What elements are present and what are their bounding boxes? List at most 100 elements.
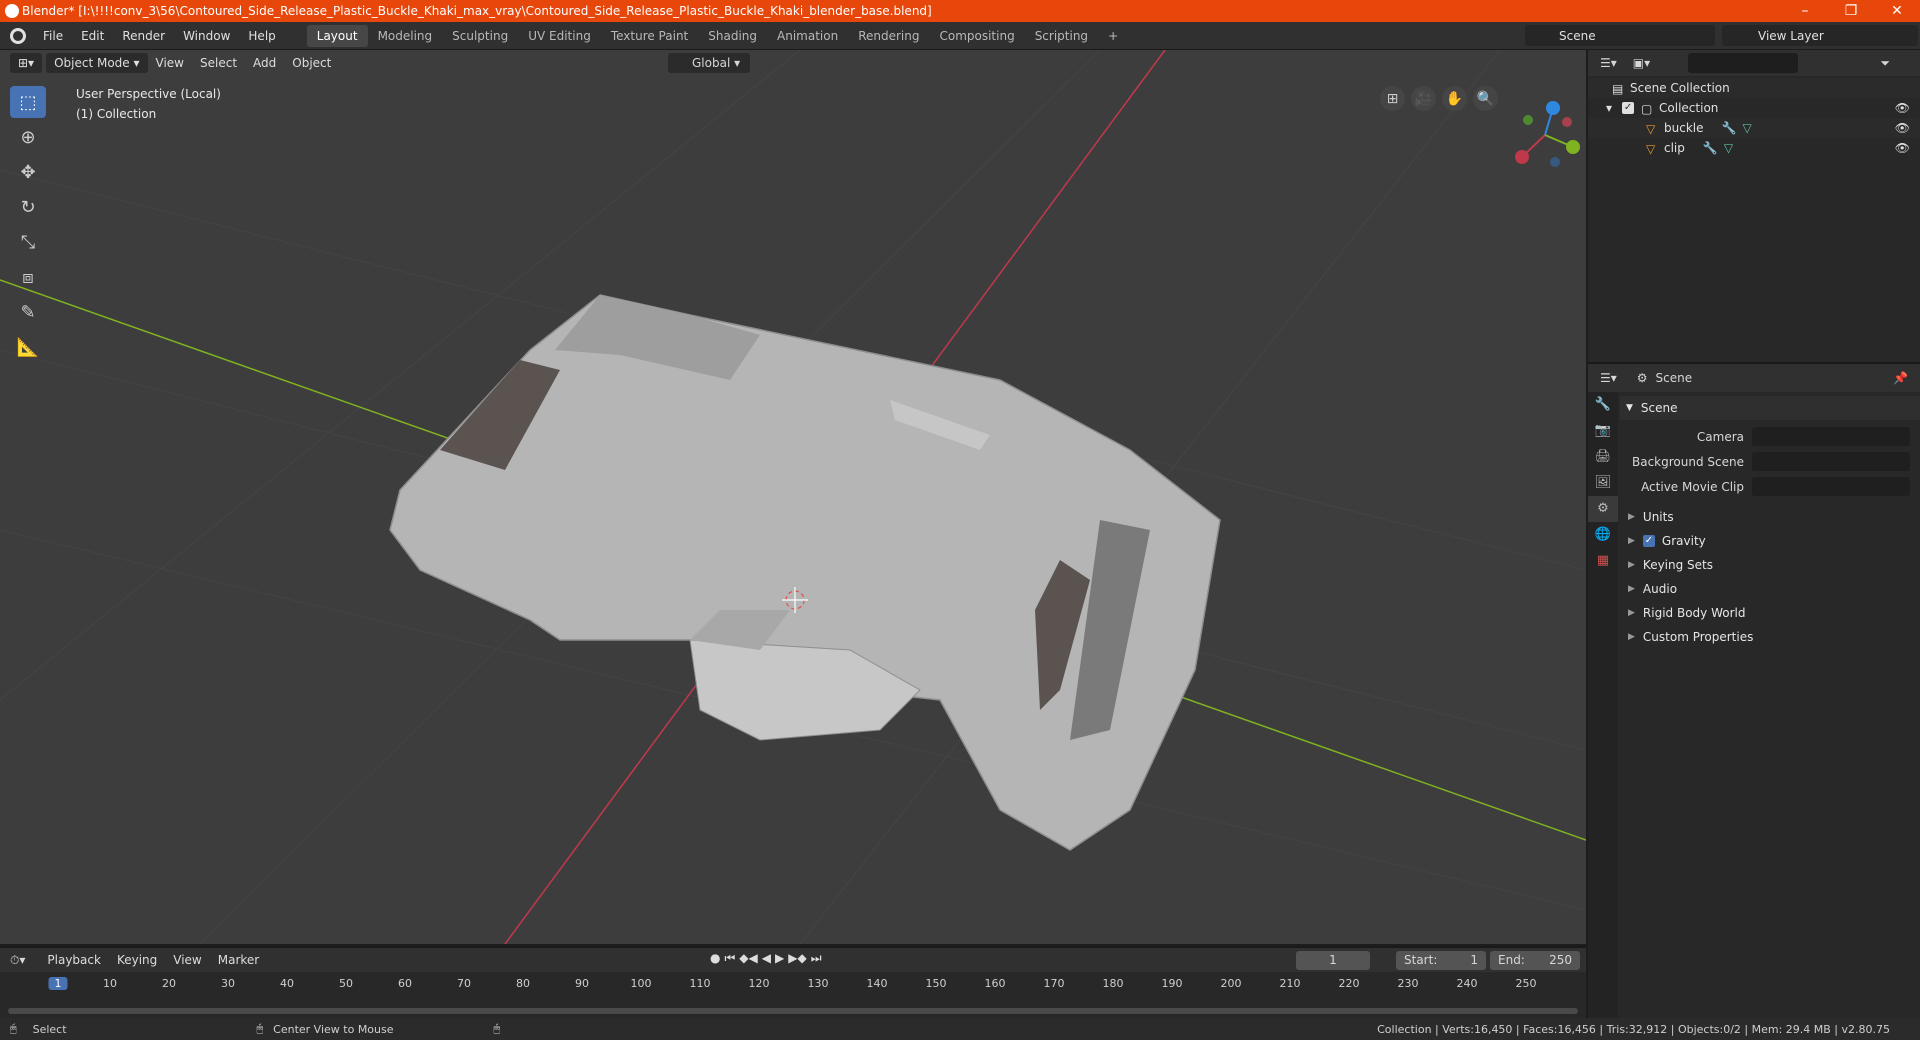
gravity-checkbox[interactable]: ✓: [1642, 535, 1655, 547]
record-icon[interactable]: ●: [710, 951, 720, 966]
scene-panel-header[interactable]: ▼ Scene: [1620, 396, 1920, 420]
add-workspace-button[interactable]: +: [1098, 25, 1128, 47]
scene-selector[interactable]: Scene: [1525, 25, 1715, 46]
view-layer-selector[interactable]: View Layer: [1722, 25, 1918, 46]
viewport-menu-view[interactable]: View: [148, 56, 192, 70]
active-movie-clip-field[interactable]: [1752, 477, 1910, 496]
grid-view-icon[interactable]: ⊞: [1380, 86, 1405, 111]
view-layer-tab-icon[interactable]: 🖼: [1588, 470, 1618, 496]
buckle-visibility-eye-icon[interactable]: 👁: [1895, 121, 1910, 135]
active-movie-clip-label: Active Movie Clip: [1641, 479, 1744, 494]
filter-icon[interactable]: ⏷: [1880, 56, 1890, 71]
keying-sets-subpanel[interactable]: ▶ Keying Sets: [1620, 553, 1920, 577]
minimize-button[interactable]: –: [1782, 3, 1828, 19]
tab-uv-editing[interactable]: UV Editing: [518, 25, 601, 47]
tab-layout[interactable]: Layout: [306, 24, 368, 47]
tab-sculpting[interactable]: Sculpting: [442, 25, 518, 47]
timeline-ruler[interactable]: 1 10 20 30 40 50 60 70 80 90 100 110 120…: [0, 974, 1586, 996]
annotate-tool-icon[interactable]: ✎: [10, 296, 46, 328]
gravity-subpanel[interactable]: ▶ ✓ Gravity: [1620, 529, 1920, 553]
outliner-row-collection[interactable]: ▾ ✓ ▢ Collection 👁: [1588, 98, 1920, 118]
scene-tab-icon[interactable]: ⚙: [1588, 496, 1618, 522]
transform-orientation-dropdown[interactable]: Global ▾: [668, 53, 751, 73]
tab-texture-paint[interactable]: Texture Paint: [601, 25, 698, 47]
play-icon[interactable]: ▶: [775, 951, 784, 966]
move-tool-icon[interactable]: ✥: [10, 156, 46, 188]
menu-edit[interactable]: Edit: [72, 29, 113, 43]
scale-tool-icon[interactable]: ⤡: [10, 226, 46, 258]
collection-checkbox[interactable]: ✓: [1622, 102, 1635, 114]
start-frame-field[interactable]: Start: 1: [1396, 951, 1486, 970]
timeline-editor-icon[interactable]: ⏱▾: [10, 953, 25, 968]
tab-compositing[interactable]: Compositing: [929, 25, 1024, 47]
outliner-editor-icon[interactable]: ☰▾: [1600, 56, 1617, 70]
menu-file[interactable]: File: [34, 29, 72, 43]
menu-help[interactable]: Help: [239, 29, 284, 43]
blender-menu-icon[interactable]: [10, 27, 26, 44]
outliner-row-buckle[interactable]: ▽ buckle 🔧 ▽ 👁: [1588, 118, 1920, 138]
modifier-wrench-icon[interactable]: 🔧: [1722, 121, 1737, 135]
rotate-tool-icon[interactable]: ↻: [10, 191, 46, 223]
rigid-body-world-subpanel[interactable]: ▶ Rigid Body World: [1620, 601, 1920, 625]
end-frame-field[interactable]: End: 250: [1490, 951, 1580, 970]
viewport-menu-add[interactable]: Add: [245, 56, 284, 70]
audio-subpanel[interactable]: ▶ Audio: [1620, 577, 1920, 601]
expand-arrow-icon[interactable]: ▾: [1606, 101, 1612, 115]
modifier-wrench-icon[interactable]: 🔧: [1703, 141, 1718, 155]
outliner-row-scene-collection[interactable]: ▤ Scene Collection: [1588, 78, 1920, 98]
timeline-menu-marker[interactable]: Marker: [210, 953, 267, 967]
custom-properties-subpanel[interactable]: ▶ Custom Properties: [1620, 625, 1920, 649]
outliner-search-input[interactable]: [1688, 53, 1798, 73]
zoom-icon[interactable]: 🔍: [1473, 86, 1498, 111]
viewport-menu-select[interactable]: Select: [192, 56, 245, 70]
units-subpanel[interactable]: ▶ Units: [1620, 505, 1920, 529]
menu-window[interactable]: Window: [174, 29, 239, 43]
close-button[interactable]: ✕: [1874, 3, 1920, 19]
tab-scripting[interactable]: Scripting: [1025, 25, 1098, 47]
camera-field[interactable]: [1752, 427, 1910, 446]
pin-icon[interactable]: 📌: [1893, 371, 1908, 385]
play-reverse-icon[interactable]: ◀: [762, 951, 771, 966]
tab-shading[interactable]: Shading: [698, 25, 767, 47]
maximize-button[interactable]: ❐: [1828, 3, 1874, 19]
pan-hand-icon[interactable]: ✋: [1442, 86, 1467, 111]
tab-rendering[interactable]: Rendering: [848, 25, 929, 47]
display-mode-icon[interactable]: ▣▾: [1633, 56, 1650, 70]
jump-start-icon[interactable]: ⏮: [724, 951, 735, 966]
camera-label: Camera: [1696, 429, 1744, 444]
world-tab-icon[interactable]: 🌐: [1588, 522, 1618, 548]
timeline-scrollbar[interactable]: [8, 1008, 1578, 1014]
clip-visibility-eye-icon[interactable]: 👁: [1895, 141, 1910, 155]
prev-keyframe-icon[interactable]: ◆◀: [739, 951, 757, 966]
mesh-data-icon[interactable]: ▽: [1724, 141, 1733, 155]
mesh-data-icon[interactable]: ▽: [1742, 121, 1751, 135]
output-tab-icon[interactable]: 🖨: [1588, 444, 1618, 470]
frame-tick-current[interactable]: 1: [48, 977, 68, 990]
next-keyframe-icon[interactable]: ▶◆: [788, 951, 806, 966]
texture-tab-icon[interactable]: ▦: [1588, 548, 1618, 574]
timeline-menu-view[interactable]: View: [165, 953, 209, 967]
tab-modeling[interactable]: Modeling: [368, 25, 443, 47]
viewport-menu-object[interactable]: Object: [284, 56, 339, 70]
cursor-tool-icon[interactable]: ⊕: [10, 121, 46, 153]
transform-tool-icon[interactable]: ⧈: [10, 261, 46, 293]
current-frame-field[interactable]: 1: [1296, 951, 1370, 970]
tab-animation[interactable]: Animation: [767, 25, 848, 47]
timeline-menu-keying[interactable]: Keying: [109, 953, 165, 967]
properties-editor-icon[interactable]: ☰▾: [1600, 371, 1617, 385]
collection-visibility-eye-icon[interactable]: 👁: [1895, 101, 1910, 115]
menu-render[interactable]: Render: [113, 29, 174, 43]
measure-tool-icon[interactable]: 📐: [10, 331, 46, 363]
3d-viewport[interactable]: ⊞▾ Object Mode ▾ View Select Add Object …: [0, 50, 1586, 944]
background-scene-field[interactable]: [1752, 452, 1910, 471]
outliner-row-clip[interactable]: ▽ clip 🔧 ▽ 👁: [1588, 138, 1920, 158]
navigation-gizmo[interactable]: [1500, 90, 1586, 180]
camera-view-icon[interactable]: 🎥: [1411, 86, 1436, 111]
render-tab-icon[interactable]: 📷: [1588, 418, 1618, 444]
jump-end-icon[interactable]: ⏭: [811, 951, 822, 966]
select-box-tool-icon[interactable]: ⬚: [10, 86, 46, 118]
tool-tab-icon[interactable]: 🔧: [1588, 392, 1618, 418]
editor-type-icon[interactable]: ⊞▾: [10, 53, 43, 73]
object-mode-dropdown[interactable]: Object Mode ▾: [46, 53, 148, 73]
timeline-menu-playback[interactable]: Playback: [39, 953, 109, 967]
